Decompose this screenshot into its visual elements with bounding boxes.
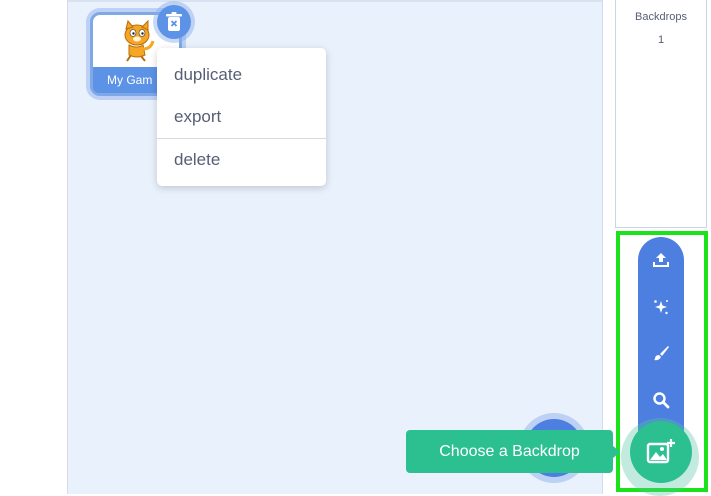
sprite-delete-button[interactable] (157, 5, 191, 39)
add-backdrop-icon (646, 439, 675, 464)
choose-backdrop-button[interactable] (630, 421, 692, 483)
menu-item-duplicate[interactable]: duplicate (157, 54, 326, 96)
choose-backdrop-tooltip: Choose a Backdrop (406, 430, 613, 473)
menu-item-export[interactable]: export (157, 96, 326, 138)
menu-item-delete[interactable]: delete (157, 139, 326, 181)
sprite-context-menu: duplicate export delete (157, 48, 326, 186)
stage-selector[interactable]: Backdrops 1 (615, 0, 707, 228)
trash-icon (166, 12, 182, 31)
sprite-pane-top-rule (68, 0, 602, 2)
scratch-cat-icon (124, 19, 155, 62)
backdrops-count: 1 (657, 34, 665, 46)
left-margin (0, 0, 67, 494)
backdrops-label: Backdrops (635, 11, 687, 23)
tooltip-arrow (612, 445, 620, 459)
